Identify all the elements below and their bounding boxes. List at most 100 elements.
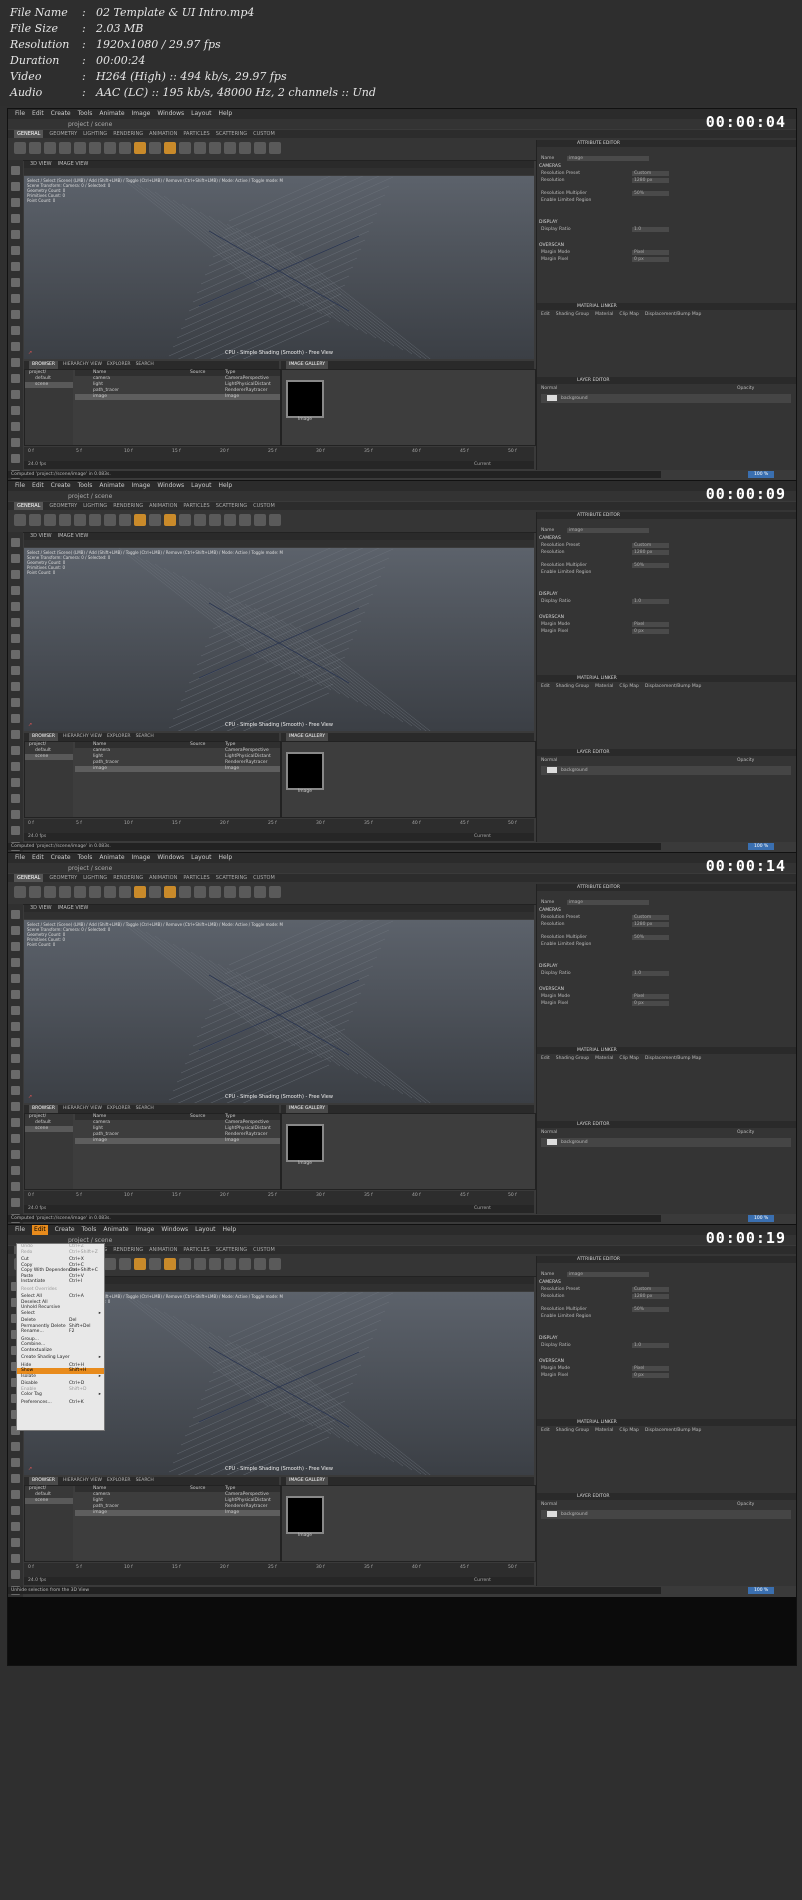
tool-icon[interactable] [11,438,20,447]
toolbar-button[interactable] [164,886,176,898]
toolbar-button[interactable] [224,514,236,526]
tab-scattering[interactable]: SCATTERING [216,1246,247,1254]
section-display[interactable]: DISPLAY [539,220,557,226]
image-thumbnail[interactable] [286,1124,324,1162]
column-header[interactable]: Name [93,1486,106,1491]
toolbar-button[interactable] [149,514,161,526]
browser-tab[interactable]: HIERARCHY VIEW [63,733,102,741]
tab-general[interactable]: GENERAL [14,874,44,882]
menu-item-instantiate[interactable]: Instantiate Ctrl+I [17,1279,104,1285]
tool-icon[interactable] [11,714,20,723]
column-header[interactable]: Type [225,370,235,375]
tab-particles[interactable]: PARTICLES [183,502,209,510]
tool-icon[interactable] [11,826,20,835]
tool-icon[interactable] [11,586,20,595]
section-overscan[interactable]: OVERSCAN [539,243,564,249]
toolbar-button[interactable] [149,142,161,154]
toolbar-button[interactable] [224,142,236,154]
column-header[interactable]: Name [93,742,106,747]
menu-layout[interactable]: Layout [191,109,211,119]
3d-viewport[interactable]: Select / Select (Scene) (LMB) / Add (Shi… [24,176,534,359]
browser-tab[interactable]: SEARCH [136,733,154,741]
menu-image[interactable]: Image [132,109,151,119]
tool-icon[interactable] [11,326,20,335]
tool-icon[interactable] [11,182,20,191]
attribute-value[interactable]: Pixel [632,1366,669,1371]
timeline[interactable]: 0 f 5 f 10 f 15 f 20 f 25 f 30 f 35 f 40 f 45 f 50… [24,1563,534,1577]
attribute-value[interactable]: 1.0 [632,599,669,604]
toolbar-button[interactable] [134,1258,146,1270]
tree-item[interactable]: scene [25,1126,73,1132]
name-field[interactable]: image [567,1272,649,1277]
tool-icon[interactable] [11,198,20,207]
material-tab[interactable]: Edit [541,684,550,689]
menu-help[interactable]: Help [223,1225,237,1235]
menu-item-rename[interactable]: Rename... F2 [17,1329,104,1335]
tab-image-gallery[interactable]: IMAGE GALLERY [286,733,328,741]
toolbar-button[interactable] [239,886,251,898]
toolbar-button[interactable] [149,1258,161,1270]
tool-icon[interactable] [11,746,20,755]
toolbar-button[interactable] [44,142,56,154]
menu-edit[interactable]: Edit [32,109,44,119]
tab-animation[interactable]: ANIMATION [149,130,177,138]
tool-icon[interactable] [11,570,20,579]
toolbar-button[interactable] [134,142,146,154]
browser-tab[interactable]: BROWSER [29,361,59,369]
tab-animation[interactable]: ANIMATION [149,874,177,882]
menu-tools[interactable]: Tools [78,481,93,491]
viewport-tab[interactable]: 3D VIEW [30,161,52,168]
menu-help[interactable]: Help [219,109,233,119]
material-tab[interactable]: Displacement/Bump Map [645,1056,702,1061]
layer-mode[interactable]: Normal [541,1502,557,1508]
tool-icon[interactable] [11,214,20,223]
tree-item[interactable]: scene [25,754,73,760]
tab-custom[interactable]: CUSTOM [253,1246,275,1254]
attribute-value[interactable]: 1.0 [632,971,669,976]
browser-tab[interactable]: EXPLORER [107,1477,131,1485]
menu-image[interactable]: Image [136,1225,155,1235]
menu-file[interactable]: File [15,109,25,119]
toolbar-button[interactable] [224,1258,236,1270]
toolbar-button[interactable] [164,514,176,526]
menu-windows[interactable]: Windows [157,481,184,491]
path-breadcrumb[interactable]: project / scene [68,493,112,500]
timeline[interactable]: 0 f 5 f 10 f 15 f 20 f 25 f 30 f 35 f 40 f 45 f 50… [24,1191,534,1205]
tab-rendering[interactable]: RENDERING [113,1246,143,1254]
tab-rendering[interactable]: RENDERING [113,130,143,138]
tool-icon[interactable] [11,926,20,935]
menu-image[interactable]: Image [132,853,151,863]
tool-icon[interactable] [11,406,20,415]
tab-lighting[interactable]: LIGHTING [83,130,107,138]
tab-rendering[interactable]: RENDERING [113,874,143,882]
tool-icon[interactable] [11,1118,20,1127]
attribute-value[interactable]: 0 px [632,257,669,262]
menu-item-create-shading-layer[interactable]: Create Shading Layer ▸ [17,1355,104,1361]
column-header[interactable]: Source [190,370,205,375]
tool-icon[interactable] [11,310,20,319]
menu-create[interactable]: Create [51,853,71,863]
path-breadcrumb[interactable]: project / scene [68,121,112,128]
tool-icon[interactable] [11,1134,20,1143]
toolbar-button[interactable] [89,142,101,154]
section-overscan[interactable]: OVERSCAN [539,615,564,621]
toolbar-button[interactable] [269,1258,281,1270]
menu-windows[interactable]: Windows [161,1225,188,1235]
layer-mode[interactable]: Normal [541,386,557,392]
section-cameras[interactable]: CAMERAS [539,536,561,542]
tool-icon[interactable] [11,1182,20,1191]
toolbar-button[interactable] [14,514,26,526]
tool-icon[interactable] [11,634,20,643]
toolbar-button[interactable] [14,142,26,154]
tab-image-gallery[interactable]: IMAGE GALLERY [286,1477,328,1485]
tool-icon[interactable] [11,1522,20,1531]
attribute-value[interactable]: 50% [632,935,669,940]
toolbar-button[interactable] [179,1258,191,1270]
toolbar-button[interactable] [119,142,131,154]
toolbar-button[interactable] [74,886,86,898]
material-tab[interactable]: Material [595,1428,613,1433]
material-tab[interactable]: Material [595,1056,613,1061]
tool-icon[interactable] [11,454,20,463]
path-breadcrumb[interactable]: project / scene [68,865,112,872]
toolbar-button[interactable] [269,886,281,898]
